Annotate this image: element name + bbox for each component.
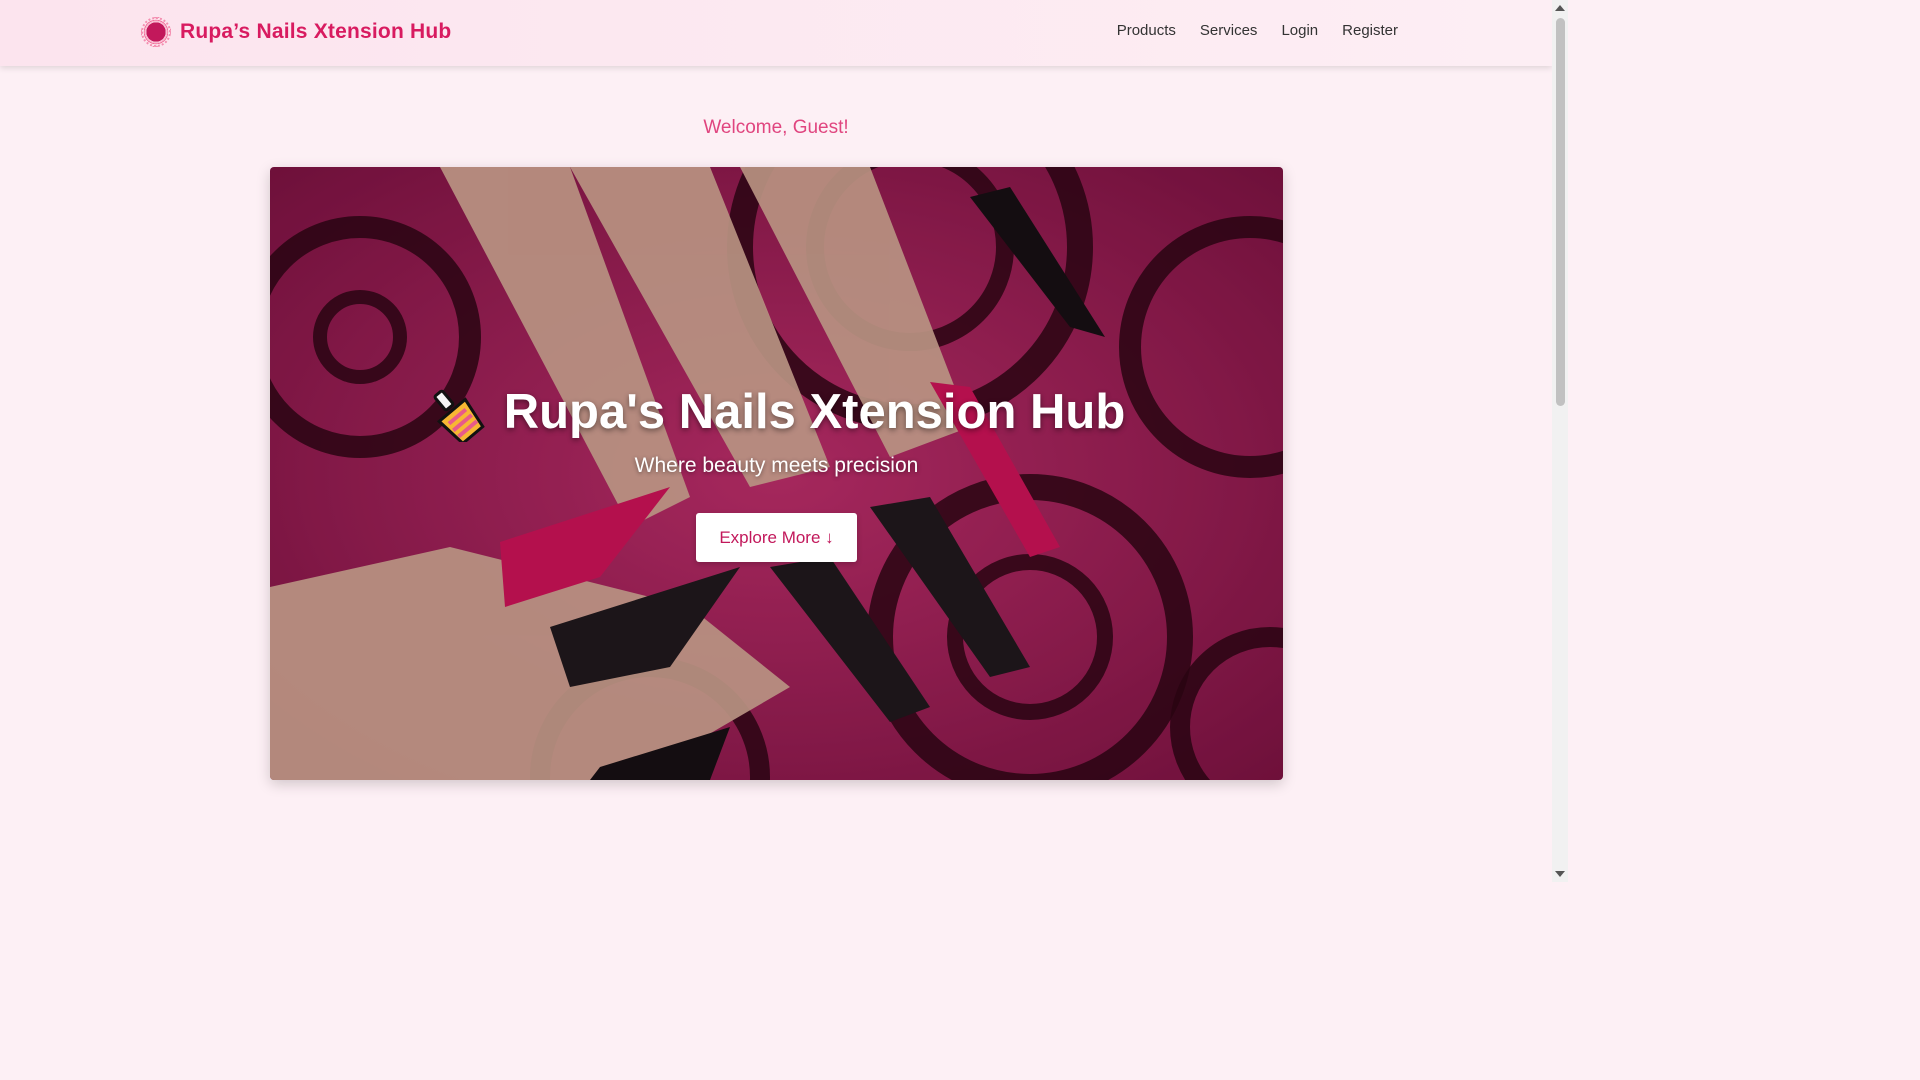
scroll-up-arrow-icon[interactable] — [1555, 5, 1565, 11]
nav-links: Products Services Login Register — [1093, 22, 1398, 39]
nav-link-products[interactable]: Products — [1117, 22, 1176, 39]
hero-subtitle: Where beauty meets precision — [634, 454, 919, 477]
welcome-message: Welcome, Guest! — [703, 117, 849, 138]
brand-logo — [141, 17, 171, 47]
navbar: Rupa’s Nails Xtension Hub Products Servi… — [0, 0, 1552, 66]
scrollbar-thumb[interactable] — [1556, 18, 1565, 406]
hero-title-text: Rupa's Nails Xtension Hub — [503, 385, 1126, 439]
nav-link-register[interactable]: Register — [1342, 22, 1398, 39]
brand-name: Rupa’s Nails Xtension Hub — [180, 20, 452, 43]
nav-link-services[interactable]: Services — [1200, 22, 1258, 39]
hero-title: Rupa's Nails Xtension Hub — [270, 382, 1283, 442]
brand-link[interactable]: Rupa’s Nails Xtension Hub — [141, 17, 451, 47]
nav-link-login[interactable]: Login — [1281, 22, 1318, 39]
hero-banner: Rupa's Nails Xtension Hub Where beauty m… — [270, 167, 1283, 780]
nail-polish-icon — [433, 389, 485, 442]
scroll-down-arrow-icon[interactable] — [1555, 871, 1565, 877]
explore-more-button[interactable]: Explore More ↓ — [696, 513, 857, 562]
vertical-scrollbar[interactable] — [1552, 0, 1568, 882]
